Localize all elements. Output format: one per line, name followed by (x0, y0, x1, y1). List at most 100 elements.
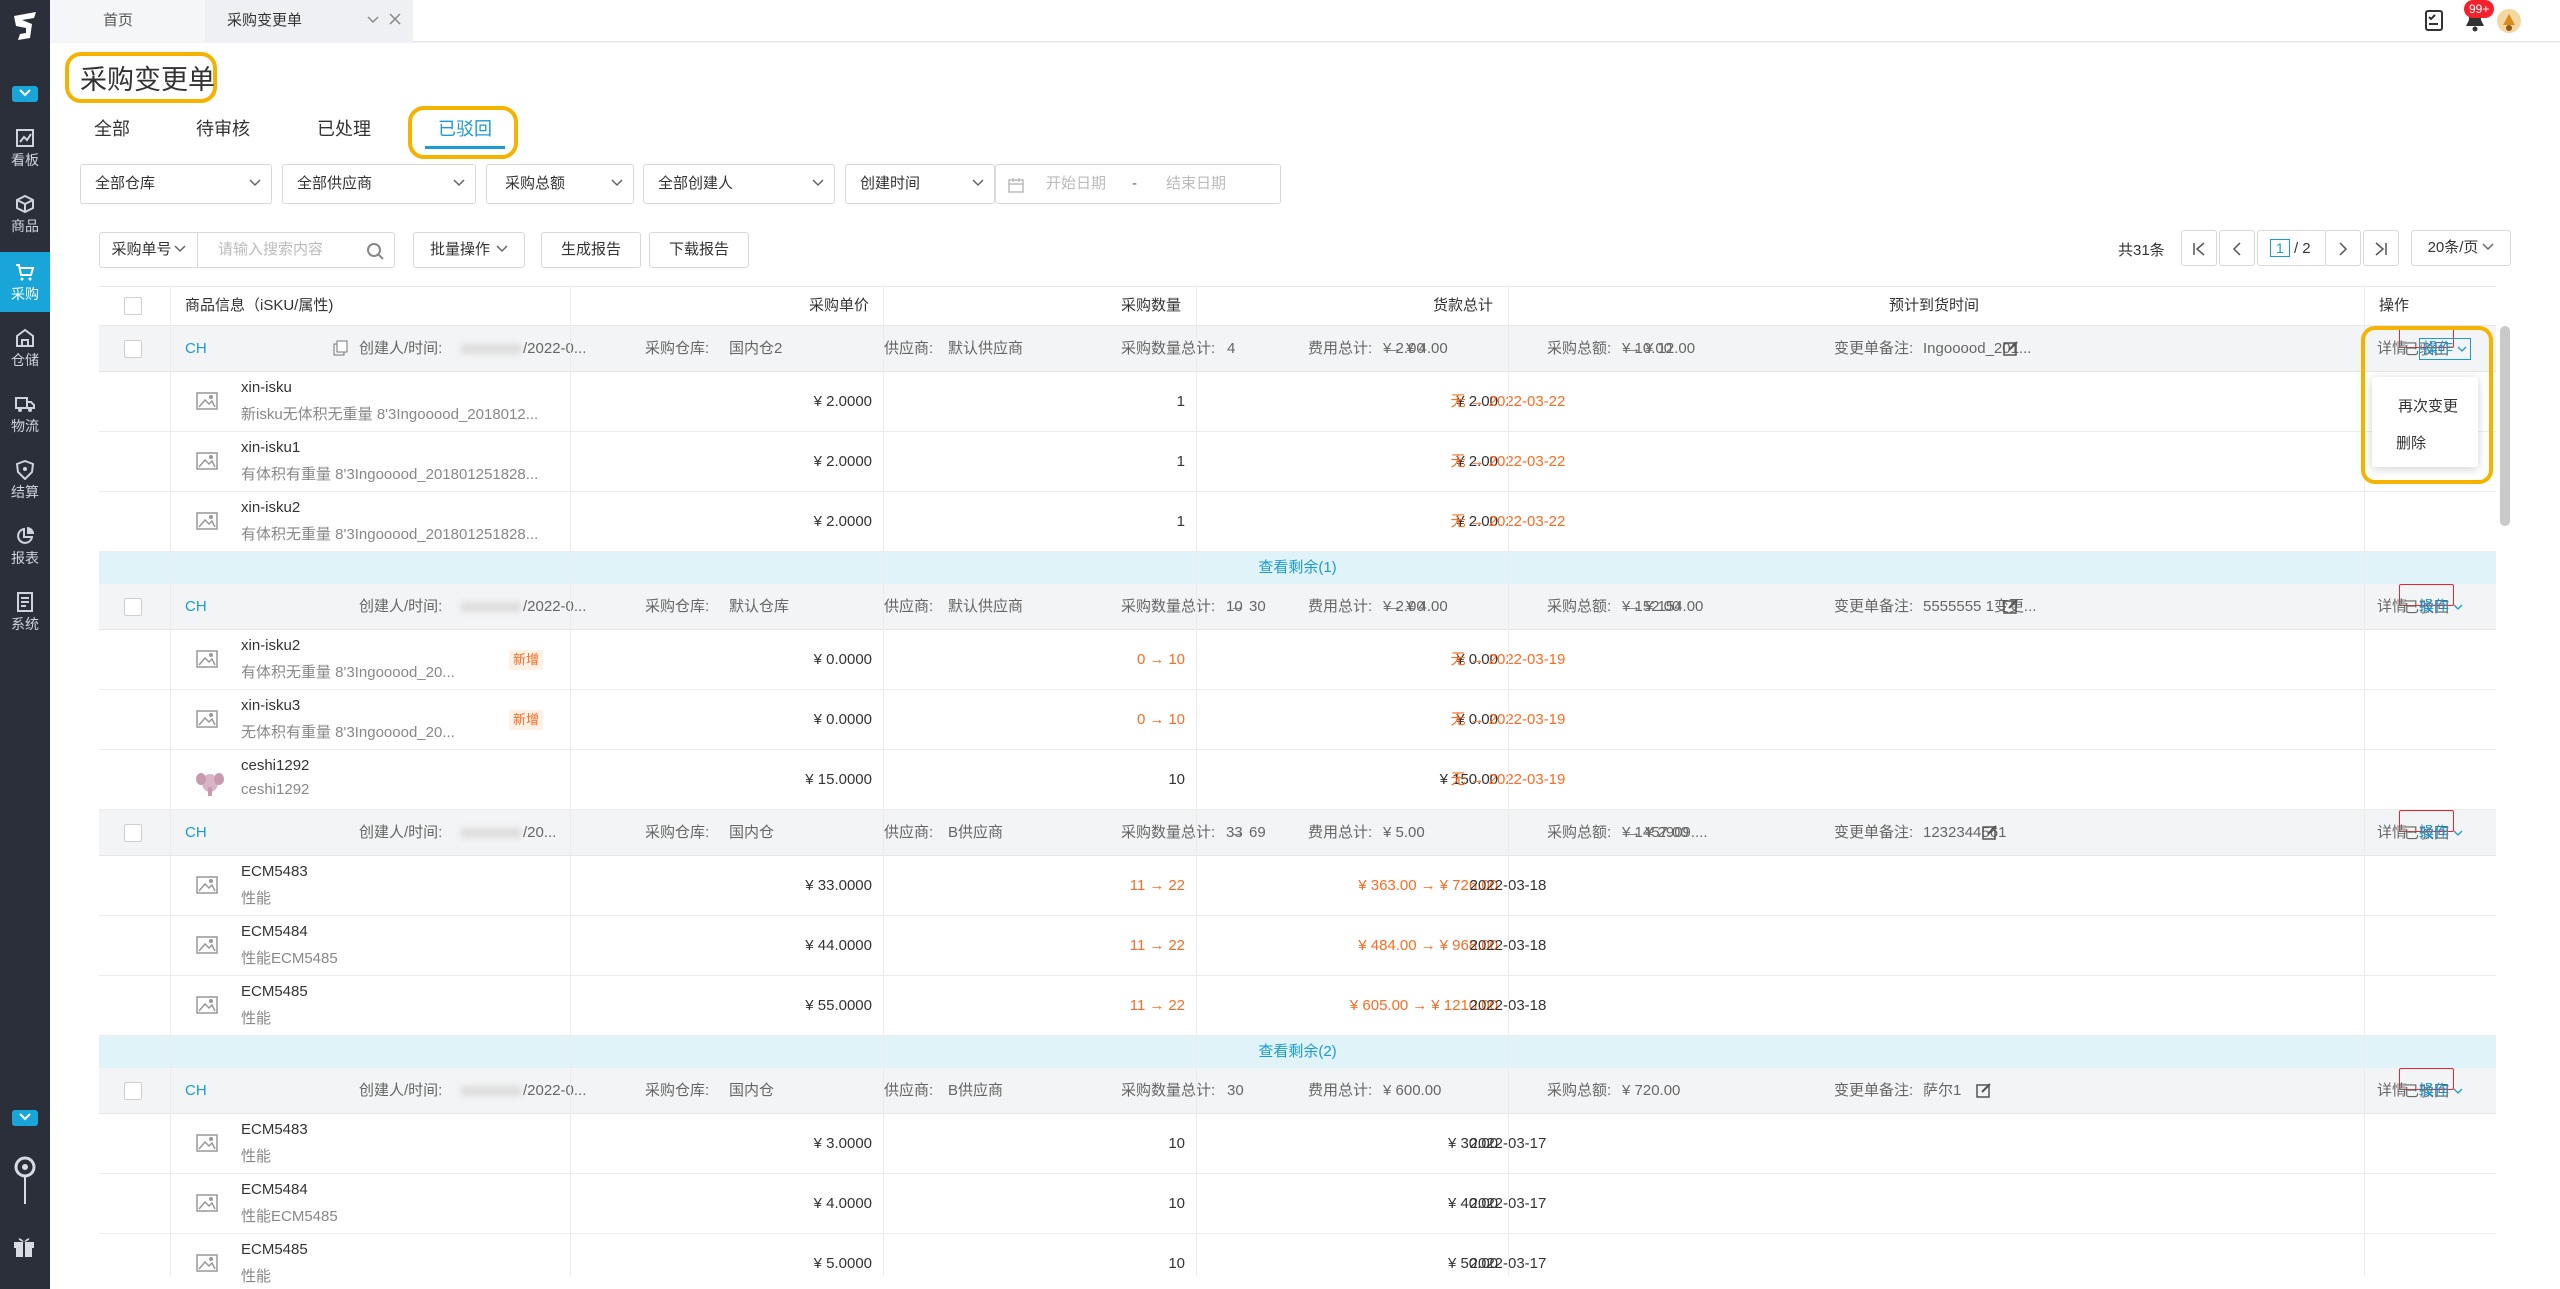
next-page-button[interactable] (2325, 230, 2361, 266)
chevron-right-icon (2339, 242, 2348, 256)
view-remaining-link[interactable]: 查看剩余(1) (99, 552, 2496, 584)
product-attributes: 性能 (241, 1148, 272, 1165)
chevron-down-icon[interactable] (367, 0, 379, 42)
avatar[interactable] (2496, 8, 2522, 38)
select-value: 全部供应商 (297, 175, 373, 192)
sidebar-item-logistics[interactable]: 物流 (0, 384, 50, 444)
date-range-picker[interactable]: 开始日期 - 结束日期 (995, 164, 1281, 204)
time-type-select[interactable]: 创建时间 (845, 164, 995, 204)
row-checkbox[interactable] (124, 1082, 142, 1100)
edit-note-icon[interactable] (2003, 340, 2019, 356)
first-page-icon (2193, 242, 2205, 256)
detail-link[interactable]: 详情 (2377, 1068, 2407, 1114)
first-page-button[interactable] (2181, 230, 2217, 266)
unit-price: ¥ 4.0000 (813, 1195, 872, 1212)
row-checkbox[interactable] (124, 340, 142, 358)
supplier-label: 供应商: (884, 598, 934, 615)
last-page-button[interactable] (2363, 230, 2399, 266)
warehouse-icon (16, 328, 34, 347)
close-icon[interactable] (389, 0, 401, 42)
new-item-tag: 新增 (509, 710, 544, 730)
col-eta: 预计到货时间 (1889, 297, 1980, 314)
qty-total-label: 采购数量总计: (1121, 598, 1216, 615)
search-icon[interactable] (366, 242, 384, 260)
tab-processed[interactable]: 已处理 (317, 115, 371, 141)
warehouse-value: 国内仓 (729, 1082, 775, 1099)
view-remaining-link[interactable]: 查看剩余(2) (99, 1036, 2496, 1068)
chevron-down-icon (972, 179, 984, 187)
edit-note-icon[interactable] (2003, 598, 2019, 614)
new-item-tag: 新增 (509, 650, 544, 670)
order-id-link[interactable]: CH (185, 1068, 207, 1114)
arrow-icon: → (1469, 771, 1485, 788)
order-id-link[interactable]: CH (185, 810, 207, 856)
order-id-link[interactable]: CH (185, 584, 207, 630)
sidebar-item-dashboard[interactable]: 看板 (0, 118, 50, 178)
arrow-icon: → (1469, 393, 1485, 410)
sidebar-item-system[interactable]: 系统 (0, 582, 50, 642)
arrow-icon: → (1149, 651, 1165, 668)
batch-ops-button[interactable]: 批量操作 (413, 232, 525, 268)
ops-dropdown-button[interactable]: 操作 (2419, 584, 2463, 630)
creator-label: 创建人/时间: (359, 1082, 443, 1099)
sidebar-item-reports[interactable]: 报表 (0, 516, 50, 576)
tab-purchase-change[interactable]: 采购变更单 (205, 0, 413, 42)
prev-page-button[interactable] (2219, 230, 2255, 266)
creator-select[interactable]: 全部创建人 (643, 164, 835, 204)
sidebar-item-purchase[interactable]: 采购 (0, 252, 50, 312)
product-attributes: 性能ECM5485 (241, 1208, 338, 1225)
truck-icon (15, 397, 35, 412)
download-report-button[interactable]: 下载报告 (649, 232, 749, 268)
todo-list-icon[interactable] (2424, 8, 2446, 36)
ops-dropdown-button[interactable]: 操作 (2419, 1068, 2463, 1114)
image-placeholder-icon (195, 509, 219, 533)
gift-icon[interactable] (11, 1234, 37, 1262)
product-attributes: 有体积有重量 8'3Ingooood_201801251828... (241, 466, 539, 483)
select-all-checkbox[interactable] (124, 297, 142, 315)
select-value: 采购单号 (111, 241, 172, 258)
order-id-link[interactable]: CH (185, 326, 207, 372)
tab-home[interactable]: 首页 (50, 0, 205, 42)
qty-total-label: 采购数量总计: (1121, 340, 1216, 357)
search-input[interactable]: 请输入搜索内容 (197, 232, 395, 268)
copy-icon[interactable] (333, 340, 349, 356)
fee-total-value: ¥ 5.00 (1383, 824, 1425, 841)
sidebar-item-warehouse[interactable]: 仓储 (0, 318, 50, 378)
total-count: 共31条 (2118, 242, 2165, 259)
creator-label: 创建人/时间: (359, 598, 443, 615)
collapse-down-icon[interactable] (12, 1110, 38, 1126)
row-checkbox[interactable] (124, 598, 142, 616)
amount-select[interactable]: 采购总额 (486, 164, 634, 204)
detail-link[interactable]: 详情 (2377, 584, 2407, 630)
edit-note-icon[interactable] (1982, 824, 1998, 840)
qty-change: 11 → 22 (1130, 856, 1185, 916)
vertical-scrollbar[interactable] (2500, 326, 2510, 526)
tab-label: 采购变更单 (227, 12, 303, 29)
qty-total-value: 4 (1227, 340, 1236, 357)
col-product: 商品信息（iSKU/属性) (185, 297, 334, 314)
start-date-input[interactable]: 开始日期 (1046, 165, 1106, 203)
app-logo-icon[interactable] (8, 6, 42, 46)
page-size-select[interactable]: 20条/页 (2411, 230, 2511, 266)
warehouse-select[interactable]: 全部仓库 (80, 164, 272, 204)
search-field-select[interactable]: 采购单号 (99, 232, 197, 268)
sidebar-item-settlement[interactable]: 结算 (0, 450, 50, 510)
tab-all[interactable]: 全部 (94, 115, 130, 141)
tab-rejected[interactable]: 已驳回 (438, 115, 492, 141)
row-checkbox[interactable] (124, 824, 142, 842)
order-group-header: CH 创建人/时间: /2022-0... 采购仓库: 国内仓 供应商: B供应商 采购数量总… (99, 1068, 2496, 1114)
collapse-up-icon[interactable] (12, 86, 38, 102)
detail-link[interactable]: 详情 (2377, 810, 2407, 856)
edit-note-icon[interactable] (1976, 1082, 1992, 1098)
ops-dropdown-button[interactable]: 操作 (2419, 810, 2463, 856)
end-date-input[interactable]: 结束日期 (1166, 165, 1226, 203)
shield-icon (15, 460, 35, 480)
generate-report-button[interactable]: 生成报告 (541, 232, 641, 268)
page-input[interactable]: 1 (2270, 239, 2290, 257)
qty-change-to: 22 (1168, 997, 1185, 1014)
qty-total-value: 30 (1227, 1082, 1244, 1099)
supplier-select[interactable]: 全部供应商 (282, 164, 476, 204)
help-pin-icon[interactable] (11, 1156, 39, 1210)
tab-pending[interactable]: 待审核 (196, 115, 250, 141)
sidebar-item-products[interactable]: 商品 (0, 184, 50, 244)
